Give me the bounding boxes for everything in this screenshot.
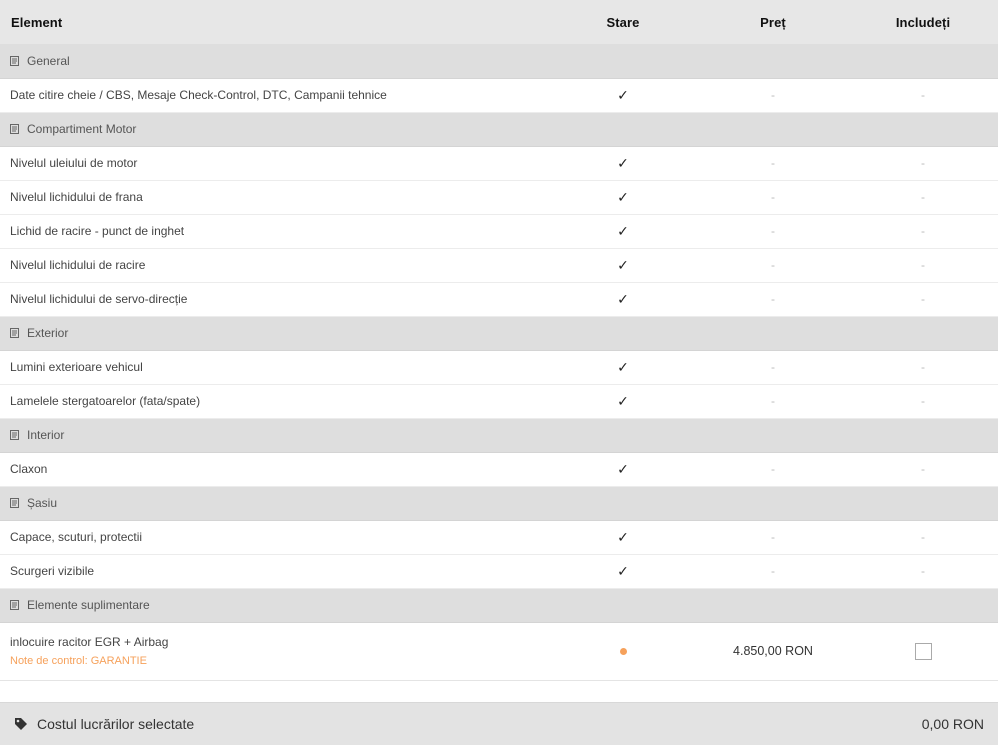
item-price: - <box>771 156 775 170</box>
item-name: Date citire cheie / CBS, Mesaje Check-Co… <box>0 78 548 113</box>
tag-icon <box>15 718 27 730</box>
check-icon: ✓ <box>617 528 629 545</box>
document-icon <box>10 498 19 508</box>
column-header-include: Includeți <box>895 14 951 30</box>
table-row: Lumini exterioare vehicul ✓ - - <box>0 350 998 385</box>
item-price: - <box>771 394 775 408</box>
table-row: Nivelul lichidului de servo-direcție ✓ -… <box>0 282 998 317</box>
item-include: - <box>921 292 925 306</box>
table-header-row: Element Stare Preț Includeți <box>0 0 998 44</box>
item-price: - <box>771 190 775 204</box>
item-include: - <box>921 462 925 476</box>
item-include: - <box>921 156 925 170</box>
column-header-status: Stare <box>606 14 640 30</box>
group-row-exterior: Exterior <box>0 316 998 351</box>
table-row: Nivelul uleiului de motor ✓ - - <box>0 146 998 181</box>
group-title: Exterior <box>27 326 69 340</box>
item-include: - <box>921 394 925 408</box>
item-name: Lumini exterioare vehicul <box>0 350 548 385</box>
item-price: - <box>771 88 775 102</box>
item-name: Lamelele stergatoarelor (fata/spate) <box>0 384 548 419</box>
group-row-general: General <box>0 44 998 79</box>
item-include: - <box>921 360 925 374</box>
group-row-engine: Compartiment Motor <box>0 112 998 147</box>
check-icon: ✓ <box>617 562 629 579</box>
group-title: General <box>27 53 70 68</box>
group-title: Elemente suplimentare <box>27 598 150 612</box>
column-header-element: Element <box>11 14 63 30</box>
group-row-chassis: Șasiu <box>0 486 998 521</box>
table-row: Scurgeri vizibile ✓ - - <box>0 554 998 589</box>
control-note: Note de control: GARANTIE <box>10 655 147 667</box>
include-checkbox[interactable] <box>914 642 932 660</box>
column-header-price: Preț <box>760 14 786 30</box>
document-icon <box>10 328 19 338</box>
inspection-table: Element Stare Preț Includeți General Dat… <box>0 0 998 681</box>
table-row: inlocuire racitor EGR + Airbag Note de c… <box>0 622 998 681</box>
group-title: Șasiu <box>27 496 58 510</box>
check-icon: ✓ <box>617 154 629 171</box>
cost-summary-total: 0,00 RON <box>921 716 984 732</box>
group-row-additional: Elemente suplimentare <box>0 588 998 623</box>
table-row: Nivelul lichidului de frana ✓ - - <box>0 180 998 215</box>
item-name: Scurgeri vizibile <box>0 554 548 589</box>
document-icon <box>10 600 19 610</box>
table-row: Nivelul lichidului de racire ✓ - - <box>0 248 998 283</box>
group-title: Compartiment Motor <box>27 122 137 136</box>
item-name: Nivelul lichidului de servo-direcție <box>0 282 548 317</box>
check-icon: ✓ <box>617 222 629 239</box>
status-dot-icon <box>619 648 627 655</box>
table-row: Lamelele stergatoarelor (fata/spate) ✓ -… <box>0 384 998 419</box>
cost-summary-label: Costul lucrărilor selectate <box>37 716 195 732</box>
check-icon: ✓ <box>617 358 629 375</box>
item-include: - <box>921 258 925 272</box>
table-row: Date citire cheie / CBS, Mesaje Check-Co… <box>0 78 998 113</box>
check-icon: ✓ <box>617 188 629 205</box>
document-icon <box>10 430 19 440</box>
item-name: Lichid de racire - punct de inghet <box>0 214 548 249</box>
item-include: - <box>921 224 925 238</box>
item-name: inlocuire racitor EGR + Airbag <box>10 635 169 649</box>
check-icon: ✓ <box>617 86 629 103</box>
item-price: - <box>771 224 775 238</box>
item-include: - <box>921 530 925 544</box>
check-icon: ✓ <box>617 392 629 409</box>
item-price: - <box>771 530 775 544</box>
group-title: Interior <box>27 428 65 442</box>
check-icon: ✓ <box>617 290 629 307</box>
group-row-interior: Interior <box>0 418 998 453</box>
check-icon: ✓ <box>617 460 629 477</box>
table-row: Claxon ✓ - - <box>0 452 998 487</box>
item-price: - <box>771 258 775 272</box>
document-icon <box>10 124 19 134</box>
item-price: - <box>771 292 775 306</box>
table-row: Capace, scuturi, protectii ✓ - - <box>0 520 998 555</box>
document-icon <box>10 55 19 66</box>
item-name: Nivelul lichidului de frana <box>0 180 548 215</box>
item-name: Nivelul lichidului de racire <box>0 248 548 283</box>
table-row: Lichid de racire - punct de inghet ✓ - - <box>0 214 998 249</box>
item-include: - <box>921 190 925 204</box>
item-price: - <box>771 360 775 374</box>
item-include: - <box>921 88 925 102</box>
item-include: - <box>921 564 925 578</box>
item-price: 4.850,00 RON <box>733 644 813 658</box>
item-name: Capace, scuturi, protectii <box>0 520 548 555</box>
item-price: - <box>771 564 775 578</box>
item-name: Claxon <box>0 452 548 487</box>
item-name: Nivelul uleiului de motor <box>0 146 548 181</box>
check-icon: ✓ <box>617 256 629 273</box>
cost-summary-bar: Costul lucrărilor selectate 0,00 RON <box>0 702 998 745</box>
item-price: - <box>771 462 775 476</box>
